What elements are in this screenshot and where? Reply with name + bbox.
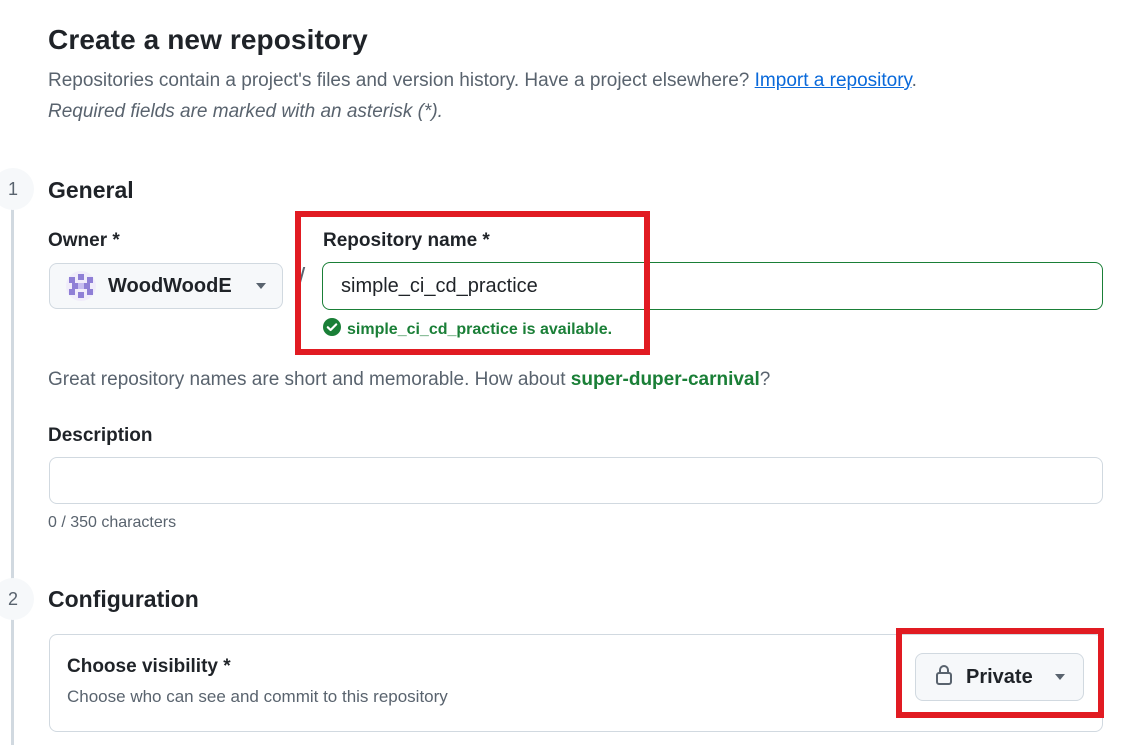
owner-label: Owner * [48, 230, 120, 251]
visibility-label: Choose visibility * [67, 656, 231, 677]
create-repository-page: Create a new repository Repositories con… [0, 0, 1141, 745]
owner-select[interactable]: WoodWoodE [49, 263, 283, 309]
step-rail [11, 205, 14, 745]
suggestion-end: ? [759, 369, 771, 390]
page-title: Create a new repository [48, 24, 368, 55]
required-fields-note: Required fields are marked with an aster… [48, 101, 443, 122]
section-title-configuration: Configuration [48, 586, 199, 612]
import-repository-link[interactable]: Import a repository [755, 70, 912, 91]
page-subtitle: Repositories contain a project's files a… [48, 70, 917, 92]
triangle-down-icon [256, 283, 266, 289]
suggested-name[interactable]: super-duper-carnival [571, 369, 760, 390]
step-number-configuration: 2 [0, 578, 34, 620]
owner-name: WoodWoodE [108, 274, 232, 297]
suggestion-text: Great repository names are short and mem… [48, 369, 566, 390]
visibility-help-text: Choose who can see and commit to this re… [67, 687, 448, 706]
subtitle-text: Repositories contain a project's files a… [48, 70, 750, 91]
section-title-general: General [48, 177, 134, 203]
avatar [66, 271, 96, 301]
highlight-box-visibility [896, 628, 1104, 718]
description-label: Description [48, 425, 153, 446]
name-suggestion: Great repository names are short and mem… [48, 369, 770, 391]
description-char-count: 0 / 350 characters [48, 514, 177, 531]
subtitle-end: . [911, 70, 917, 91]
description-input[interactable] [49, 457, 1103, 504]
highlight-box-repository-name [295, 211, 650, 355]
step-number-general: 1 [0, 168, 34, 210]
